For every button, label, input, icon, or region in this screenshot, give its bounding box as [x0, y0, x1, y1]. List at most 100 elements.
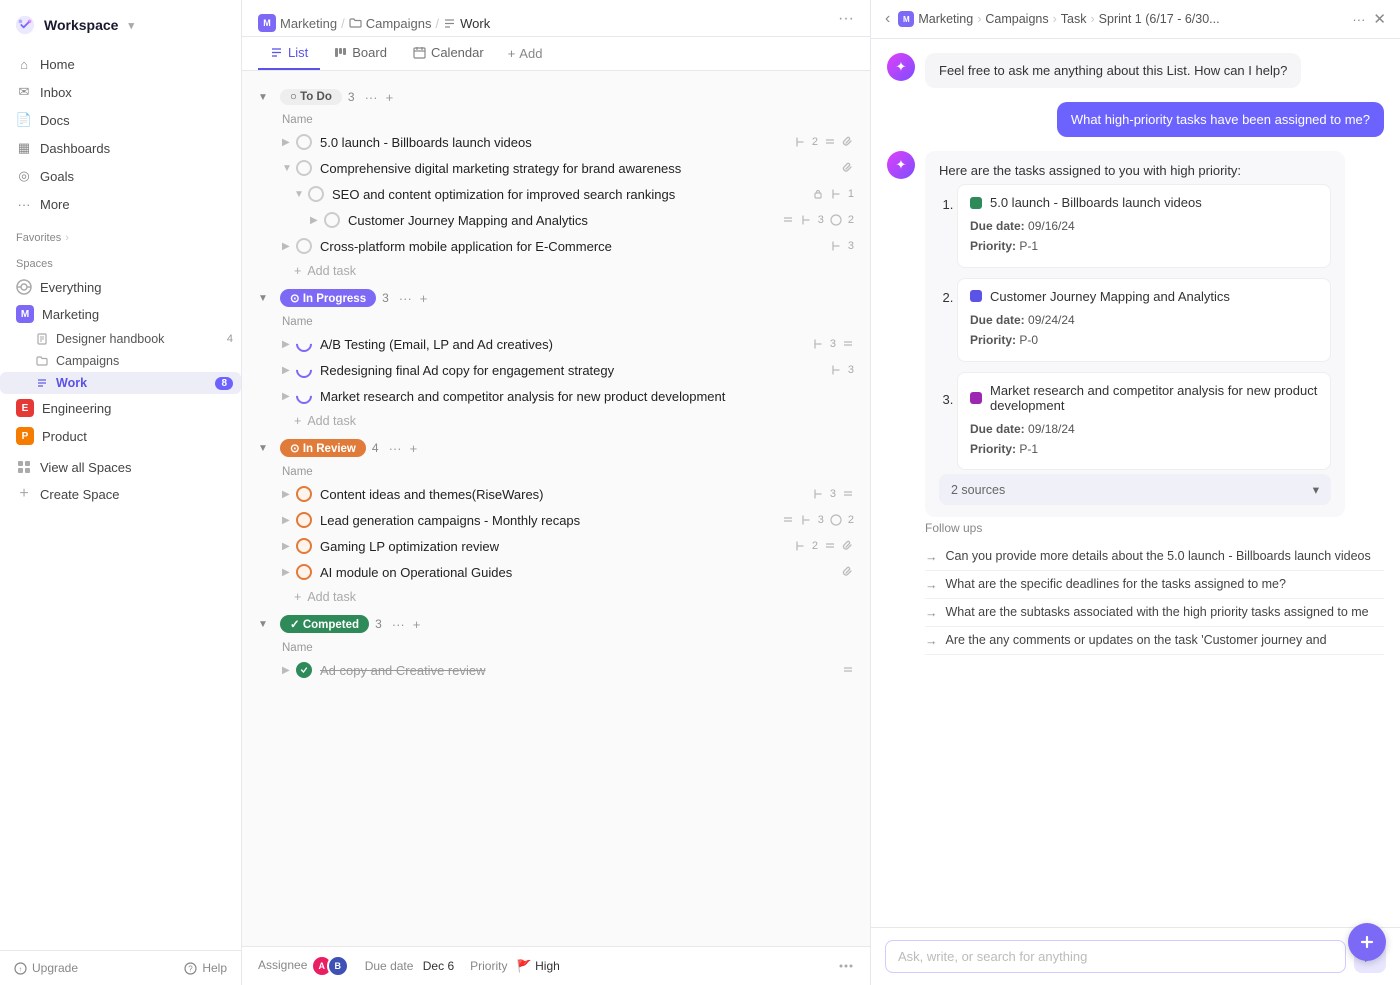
group-inreview-header[interactable]: ▼ ⊙ In Review 4 ··· +: [242, 433, 870, 463]
bc1[interactable]: Marketing: [280, 16, 337, 31]
subtask-icon2: [830, 188, 842, 200]
task-row[interactable]: ▶ Ad copy and Creative review: [242, 657, 870, 683]
inprogress-group-plus[interactable]: +: [420, 291, 428, 306]
tab-board[interactable]: Board: [322, 37, 399, 70]
task-row[interactable]: ▼ Comprehensive digital marketing strate…: [242, 155, 870, 181]
avatar-2: B: [327, 955, 349, 977]
task-name: A/B Testing (Email, LP and Ad creatives): [320, 337, 804, 352]
task-card-2[interactable]: Customer Journey Mapping and Analytics D…: [957, 278, 1331, 362]
task-row[interactable]: ▶ Customer Journey Mapping and Analytics…: [242, 207, 870, 233]
followup-item-2[interactable]: → What are the specific deadlines for th…: [925, 571, 1384, 599]
task-card-3[interactable]: Market research and competitor analysis …: [957, 372, 1331, 471]
task-row[interactable]: ▶ Market research and competitor analysi…: [242, 383, 870, 409]
todo-group-dots[interactable]: ···: [365, 90, 378, 105]
inreview-group-dots[interactable]: ···: [389, 441, 402, 456]
task-row[interactable]: ▶ Content ideas and themes(RiseWares) 3: [242, 481, 870, 507]
todo-col-header: Name: [242, 111, 870, 129]
task-row[interactable]: ▶ Lead generation campaigns - Monthly re…: [242, 507, 870, 533]
todo-group-plus[interactable]: +: [386, 90, 394, 105]
inreview-toggle[interactable]: ▼: [258, 443, 272, 454]
followup-item-3[interactable]: → What are the subtasks associated with …: [925, 599, 1384, 627]
ai-back-btn[interactable]: ‹: [885, 10, 890, 28]
ai-bc3: Task: [1061, 12, 1087, 26]
tab-calendar[interactable]: Calendar: [401, 37, 496, 70]
nav-goals[interactable]: ◎ Goals: [8, 162, 233, 190]
space-engineering[interactable]: E Engineering: [0, 394, 241, 422]
ai-close-btn[interactable]: ✕: [1373, 10, 1386, 28]
workspace-header[interactable]: Workspace ▾: [0, 0, 241, 46]
task-row[interactable]: ▶ Gaming LP optimization review 2: [242, 533, 870, 559]
subitem-campaigns[interactable]: Campaigns: [0, 350, 241, 372]
task-toggle: ▼: [294, 189, 308, 200]
purple-fab[interactable]: [1348, 923, 1386, 961]
bc2[interactable]: Campaigns: [366, 16, 432, 31]
everything-item[interactable]: Everything: [0, 274, 241, 300]
ai-input[interactable]: [885, 940, 1346, 973]
space-marketing[interactable]: M Marketing: [0, 300, 241, 328]
help-btn[interactable]: ? Help: [184, 961, 227, 975]
tab-add[interactable]: + Add: [498, 38, 553, 69]
engineering-label: Engineering: [42, 401, 111, 416]
add-task-inreview[interactable]: + Add task: [242, 585, 870, 609]
inprogress-toggle[interactable]: ▼: [258, 293, 272, 304]
task-meta: 2: [794, 136, 854, 148]
tab-list[interactable]: List: [258, 37, 320, 70]
workspace-logo: [14, 14, 36, 36]
task-row[interactable]: ▶ AI module on Operational Guides: [242, 559, 870, 585]
task-card-detail-3: Due date: 09/18/24 Priority: P-1: [970, 419, 1318, 460]
task-card-1[interactable]: 5.0 launch - Billboards launch videos Du…: [957, 184, 1331, 268]
task-circle-inreview: [296, 538, 312, 554]
ai-task-item-2: Customer Journey Mapping and Analytics D…: [957, 278, 1331, 362]
task-row[interactable]: ▶ A/B Testing (Email, LP and Ad creative…: [242, 331, 870, 357]
followup-item-1[interactable]: → Can you provide more details about the…: [925, 543, 1384, 571]
due-date-col: Due date Dec 6: [365, 959, 454, 973]
ai-avatar-2: ✦: [887, 151, 915, 179]
nav-more-label: More: [40, 197, 70, 212]
task-row[interactable]: ▶ Cross-platform mobile application for …: [242, 233, 870, 259]
nav-docs[interactable]: 📄 Docs: [8, 106, 233, 134]
group-inprogress-header[interactable]: ▼ ⊙ In Progress 3 ··· +: [242, 283, 870, 313]
ai-initial-message: ✦ Feel free to ask me anything about thi…: [887, 53, 1384, 88]
upgrade-btn[interactable]: ↑ Upgrade: [14, 961, 78, 975]
task-row[interactable]: ▶ 5.0 launch - Billboards launch videos …: [242, 129, 870, 155]
group-todo-header[interactable]: ▼ ○ To Do 3 ··· +: [242, 83, 870, 111]
task-toggle: ▶: [282, 391, 296, 402]
todo-toggle[interactable]: ▼: [258, 92, 272, 103]
task-row[interactable]: ▼ SEO and content optimization for impro…: [242, 181, 870, 207]
completed-toggle[interactable]: ▼: [258, 619, 272, 630]
topbar-dots[interactable]: ···: [838, 10, 854, 28]
space-product[interactable]: P Product: [0, 422, 241, 450]
inprogress-group-dots[interactable]: ···: [399, 291, 412, 306]
bc3[interactable]: Work: [460, 16, 490, 31]
sources-button[interactable]: 2 sources ▾: [939, 474, 1331, 505]
subitem-work[interactable]: Work 8: [0, 372, 241, 394]
more-cols-icon[interactable]: [838, 958, 854, 974]
task-row[interactable]: ▶ Redesigning final Ad copy for engageme…: [242, 357, 870, 383]
add-task-todo[interactable]: + Add task: [242, 259, 870, 283]
subitem-designer-handbook[interactable]: Designer handbook 4: [0, 328, 241, 350]
inbox-icon: ✉: [16, 84, 32, 100]
task-toggle: ▶: [282, 515, 296, 526]
main-content: M Marketing / Campaigns / Work ··· List …: [242, 0, 870, 985]
group-completed-header[interactable]: ▼ ✓ Competed 3 ··· +: [242, 609, 870, 639]
task-circle-inreview: [296, 512, 312, 528]
create-space[interactable]: + Create Space: [0, 480, 241, 508]
subtask-icon9: [794, 540, 806, 552]
nav-home[interactable]: ⌂ Home: [8, 50, 233, 78]
completed-group-dots[interactable]: ···: [392, 617, 405, 632]
task-circle-inprogress: [293, 385, 316, 408]
task-circle-todo: [324, 212, 340, 228]
view-all-spaces[interactable]: View all Spaces: [0, 454, 241, 480]
nav-dashboards[interactable]: ▦ Dashboards: [8, 134, 233, 162]
ai-dots-btn[interactable]: ···: [1352, 12, 1365, 27]
inreview-group-plus[interactable]: +: [410, 441, 418, 456]
ai-response-intro: Here are the tasks assigned to you with …: [939, 163, 1331, 178]
nav-inbox[interactable]: ✉ Inbox: [8, 78, 233, 106]
lines-icon4: [842, 488, 854, 500]
add-task-inprogress[interactable]: + Add task: [242, 409, 870, 433]
completed-group-plus[interactable]: +: [413, 617, 421, 632]
task-name: Gaming LP optimization review: [320, 539, 786, 554]
nav-more[interactable]: ··· More: [8, 190, 233, 218]
ai-input-bar: [871, 927, 1400, 985]
followup-item-4[interactable]: → Are the any comments or updates on the…: [925, 627, 1384, 655]
